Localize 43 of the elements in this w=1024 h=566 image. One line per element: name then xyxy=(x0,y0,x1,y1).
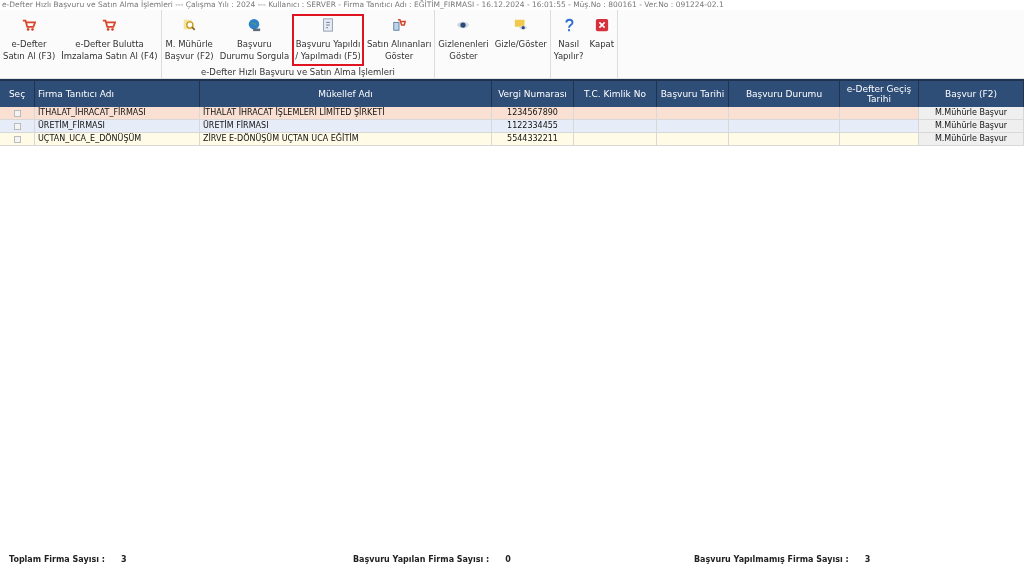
toolbar-button[interactable]: Gizlenenleri Göster xyxy=(435,14,492,66)
table-cell: 1122334455 xyxy=(492,120,574,132)
checkbox[interactable] xyxy=(13,122,21,130)
status-label: Toplam Firma Sayısı : xyxy=(9,554,105,564)
group-label: e-Defter Hızlı Başvuru ve Satın Alma İşlemleri xyxy=(201,67,395,77)
table-cell: 5544332211 xyxy=(492,133,574,145)
status-value: 3 xyxy=(120,554,127,564)
globe-icon xyxy=(247,18,262,32)
toolbar-button[interactable]: Kapat xyxy=(586,14,618,54)
toolbar-button[interactable]: Başvuru Yapıldı / Yapılmadı (F5) xyxy=(292,14,364,66)
table-cell: UÇTAN_UCA_E_DÖNÜŞÜM xyxy=(35,133,200,145)
apply-button[interactable]: M.Mühürle Başvur xyxy=(919,133,1024,145)
status-label: Başvuru Yapılmamış Firma Sayısı : xyxy=(694,554,849,564)
cart-icon xyxy=(392,18,407,32)
table-cell: İTHALAT İHRACAT İŞLEMLERİ LİMİTED ŞİRKETİ xyxy=(200,107,492,119)
table-cell: ÜRETİM FİRMASI xyxy=(200,120,492,132)
table-row[interactable]: İTHALAT_İHRACAT_FİRMASI İTHALAT İHRACAT İŞLEMLERİ LİMİTED ŞİRKETİ 1234567890 M.Mühürle Başvur xyxy=(0,107,1024,120)
toolbar-button[interactable]: Gizle/Göster xyxy=(491,14,550,54)
toolbar-button[interactable]: M. Mühürle Başvur (F2) xyxy=(161,14,217,66)
checkbox[interactable] xyxy=(13,109,21,117)
table-cell: ÜRETİM_FİRMASI xyxy=(35,120,200,132)
checkbox[interactable] xyxy=(13,135,21,143)
table-cell: 1234567890 xyxy=(492,107,574,119)
toolbar-button[interactable]: e-Defter Bulutta İmzalama Satın Al (F4) xyxy=(58,14,161,66)
apply-button[interactable]: M.Mühürle Başvur xyxy=(919,120,1024,132)
eye-icon xyxy=(513,18,528,32)
close-icon xyxy=(594,18,609,32)
cart-icon xyxy=(102,18,117,32)
magnifier-icon xyxy=(182,18,197,32)
toolbar-button[interactable]: Başvuru Durumu Sorgula xyxy=(216,14,293,66)
toolbar-button[interactable]: e-Defter Satın Al (F3) xyxy=(0,14,59,66)
table-row[interactable]: UÇTAN_UCA_E_DÖNÜŞÜM ZİRVE E-DÖNÜŞÜM UÇTAN UCA EĞİTİM 5544332211 M.Mühürle Başvur xyxy=(0,133,1024,146)
cart-icon xyxy=(22,18,37,32)
table-row[interactable]: ÜRETİM_FİRMASI ÜRETİM FİRMASI 1122334455 M.Mühürle Başvur xyxy=(0,120,1024,133)
status-value: 3 xyxy=(864,554,871,564)
toolbar-button[interactable]: Nasıl Yapılır? xyxy=(550,14,587,66)
status-value: 0 xyxy=(505,554,511,564)
table-cell: İTHALAT_İHRACAT_FİRMASI xyxy=(35,107,200,119)
document-icon xyxy=(321,18,335,32)
apply-button[interactable]: M.Mühürle Başvur xyxy=(919,107,1024,119)
table-cell: ZİRVE E-DÖNÜŞÜM UÇTAN UCA EĞİTİM xyxy=(200,133,492,145)
status-label: Başvuru Yapılan Firma Sayısı : xyxy=(353,554,490,564)
toolbar-button[interactable]: Satın Alınanları Göster xyxy=(363,14,435,66)
